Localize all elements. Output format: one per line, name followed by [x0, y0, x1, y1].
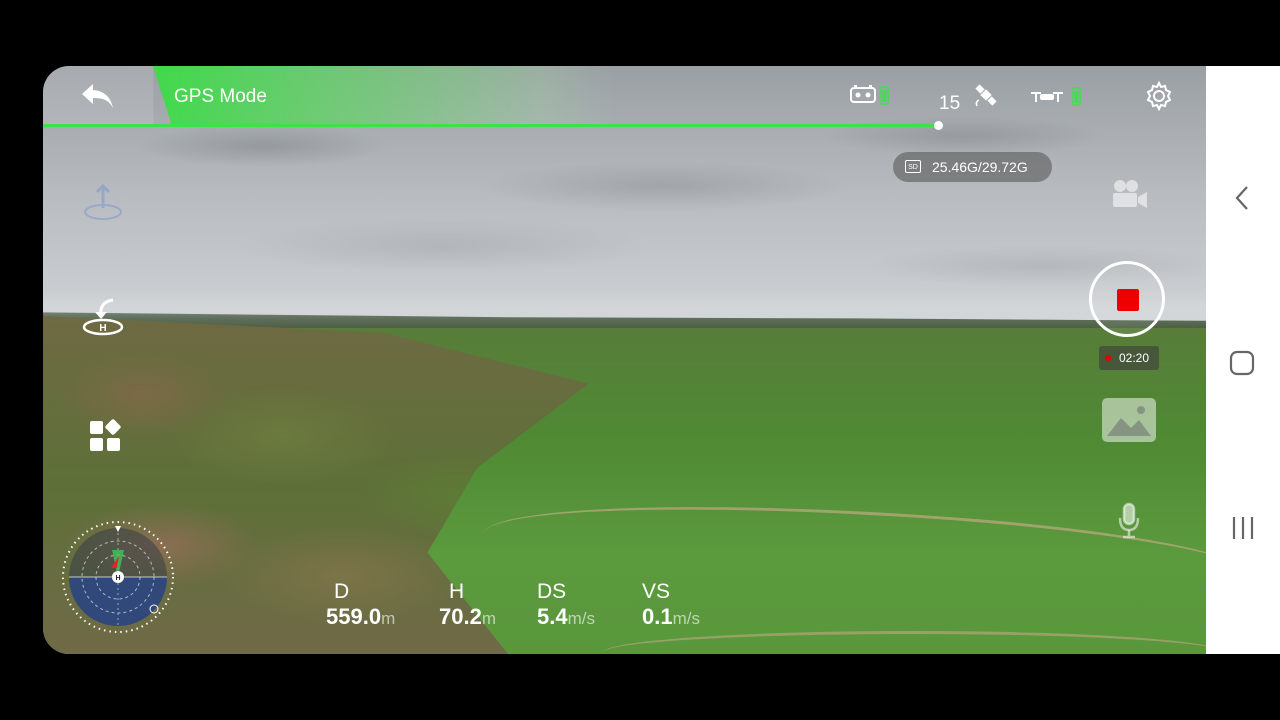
telemetry-value: 0.1: [642, 604, 673, 629]
telemetry-horizontal-speed: DS 5.4m/s: [537, 580, 595, 630]
apps-grid-icon[interactable]: [89, 419, 123, 453]
svg-text:H: H: [99, 323, 106, 334]
home-point-label: H: [115, 575, 120, 582]
gear-icon[interactable]: [1143, 80, 1175, 112]
telemetry-key: VS: [642, 580, 671, 603]
back-arrow-icon[interactable]: [79, 80, 115, 112]
satellite-count: 15: [939, 93, 961, 114]
recording-time: 02:20: [1119, 351, 1150, 365]
telemetry-key: D: [334, 580, 350, 603]
drone-battery-icon[interactable]: [1031, 86, 1087, 108]
battery-progress-dot: [934, 121, 943, 130]
recording-timer: 02:20: [1099, 346, 1159, 370]
remote-controller-battery-icon[interactable]: [849, 84, 891, 106]
storage-value: 25.46G/29.72G: [932, 159, 1028, 175]
stop-icon: [1117, 289, 1139, 311]
return-home-icon[interactable]: H: [81, 296, 127, 338]
telemetry-distance: D 559.0m: [326, 580, 395, 630]
telemetry-unit: m/s: [567, 609, 595, 628]
recents-nav-icon[interactable]: [1230, 515, 1256, 541]
flight-mode-label: GPS Mode: [174, 86, 267, 107]
battery-progress-line: [43, 124, 939, 127]
telemetry-vertical-speed: VS 0.1m/s: [642, 580, 700, 630]
record-button[interactable]: [1089, 261, 1165, 337]
telemetry-height: H 70.2m: [439, 580, 496, 630]
telemetry-value: 559.0: [326, 604, 382, 629]
home-nav-icon[interactable]: [1229, 350, 1255, 376]
recording-dot-icon: [1105, 355, 1111, 361]
telemetry-unit: m/s: [672, 609, 700, 628]
telemetry-value: 5.4: [537, 604, 568, 629]
telemetry-unit: m: [381, 609, 396, 628]
microphone-icon[interactable]: [1117, 502, 1141, 540]
telemetry-key: H: [449, 580, 465, 603]
camera-view: GPS Mode 15 SD 25.46G/29.72G H 02:20 H D…: [43, 66, 1206, 654]
telemetry-key: DS: [537, 580, 567, 603]
sd-card-icon: SD: [905, 160, 921, 173]
satellite-icon[interactable]: [971, 80, 1001, 110]
storage-indicator: SD 25.46G/29.72G: [893, 152, 1052, 182]
takeoff-land-icon[interactable]: [81, 178, 125, 222]
telemetry-value: 70.2: [439, 604, 482, 629]
system-nav-bar: [1206, 66, 1280, 654]
compass-radar-icon: H: [62, 521, 174, 633]
back-nav-icon[interactable]: [1232, 184, 1252, 212]
telemetry-unit: m: [481, 609, 496, 628]
gallery-icon[interactable]: [1101, 396, 1157, 444]
video-camera-icon[interactable]: [1111, 178, 1149, 210]
